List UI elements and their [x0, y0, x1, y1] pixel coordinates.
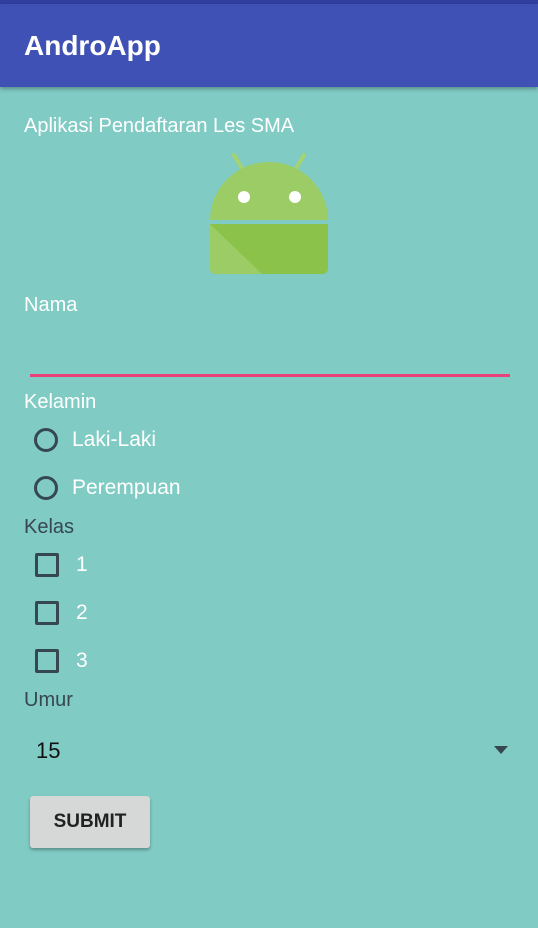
radio-circle-icon	[34, 476, 58, 500]
radio-perempuan[interactable]: Perempuan	[30, 468, 181, 508]
umur-selected-value: 15	[36, 738, 61, 763]
nama-input[interactable]	[30, 340, 510, 377]
checkbox-label: 1	[76, 553, 88, 576]
kelamin-label: Kelamin	[24, 391, 97, 413]
submit-button[interactable]: SUBMIT	[30, 796, 150, 848]
umur-spinner[interactable]: 15	[24, 728, 514, 774]
checkbox-kelas-1[interactable]: 1	[30, 545, 88, 585]
radio-circle-icon	[34, 428, 58, 452]
form-subtitle: Aplikasi Pendaftaran Les SMA	[24, 115, 295, 137]
android-robot-icon	[210, 153, 328, 274]
checkbox-kelas-2[interactable]: 2	[30, 593, 88, 633]
radio-label: Perempuan	[72, 476, 181, 499]
checkbox-label: 3	[76, 649, 88, 672]
checkbox-icon	[35, 553, 59, 577]
checkbox-kelas-3[interactable]: 3	[30, 641, 88, 681]
kelas-label: Kelas	[24, 516, 75, 538]
checkbox-icon	[35, 601, 59, 625]
umur-label: Umur	[24, 689, 73, 711]
checkbox-label: 2	[76, 601, 88, 624]
radio-laki-laki[interactable]: Laki-Laki	[30, 420, 156, 460]
dropdown-arrow-icon	[494, 746, 508, 754]
radio-label: Laki-Laki	[72, 428, 157, 451]
app-bar: AndroApp	[0, 4, 538, 87]
checkbox-icon	[35, 649, 59, 673]
nama-label: Nama	[24, 294, 78, 316]
app-title: AndroApp	[24, 30, 161, 61]
